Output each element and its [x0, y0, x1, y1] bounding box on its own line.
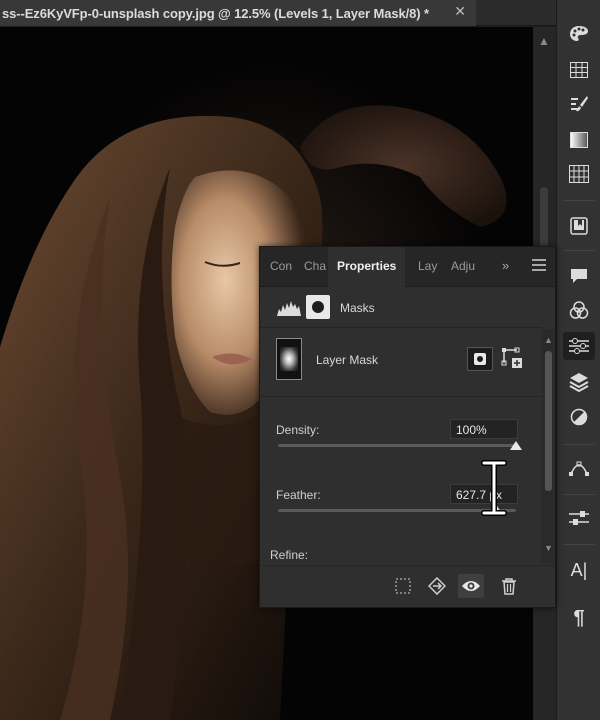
panel-footer: [260, 565, 555, 607]
feather-input[interactable]: 627.7 px: [450, 484, 518, 504]
color-palette-icon[interactable]: [563, 20, 595, 48]
tab-layers[interactable]: Lay: [418, 259, 440, 273]
adjustments-properties-icon[interactable]: [563, 332, 595, 360]
panel-tab-strip: Con Cha Properties Lay Adju »: [260, 247, 555, 288]
histogram-icon[interactable]: [276, 297, 302, 317]
panel-scroll-thumb[interactable]: [545, 351, 552, 491]
paragraph-glyph: ¶: [573, 606, 585, 629]
gradients-icon[interactable]: [563, 126, 595, 154]
visibility-eye-icon[interactable]: [458, 574, 484, 598]
toolbar-divider: [563, 544, 595, 545]
right-panel-toolbar: A| ¶: [556, 0, 600, 720]
toolbar-divider: [563, 444, 595, 445]
adjustments-circle-icon[interactable]: [563, 403, 595, 431]
toolbar-divider: [563, 494, 595, 495]
properties-panel: Con Cha Properties Lay Adju » Masks Laye…: [259, 246, 556, 608]
density-slider-track[interactable]: [278, 444, 516, 447]
add-vector-mask-icon[interactable]: [500, 346, 524, 370]
refine-label: Refine:: [270, 548, 309, 562]
tab-content-credentials[interactable]: Con: [270, 259, 296, 273]
mask-icon[interactable]: [306, 295, 330, 319]
masks-section-header: Masks: [260, 288, 542, 328]
tab-adjustments[interactable]: Adju: [451, 259, 477, 273]
paragraph-icon[interactable]: ¶: [563, 604, 595, 632]
masks-label: Masks: [340, 301, 375, 315]
comments-icon[interactable]: [563, 262, 595, 290]
panel-menu-icon[interactable]: [532, 259, 546, 271]
toolbar-divider: [563, 250, 595, 251]
document-tab[interactable]: ss--Ez6KyVFp-0-unsplash copy.jpg @ 12.5%…: [0, 0, 476, 26]
feather-slider-track[interactable]: [278, 509, 516, 512]
density-slider-thumb[interactable]: [510, 441, 522, 450]
feather-label: Feather:: [276, 488, 321, 502]
delete-mask-icon[interactable]: [496, 574, 522, 598]
paths-icon[interactable]: [563, 454, 595, 482]
toolbar-divider: [563, 200, 595, 201]
panel-scrollbar[interactable]: ▲ ▼: [542, 329, 555, 563]
adjustments-sliders-icon[interactable]: [563, 504, 595, 532]
load-selection-icon[interactable]: [390, 574, 416, 598]
tab-channels[interactable]: Cha: [304, 259, 328, 273]
character-glyph: A|: [570, 559, 588, 580]
scroll-down-icon[interactable]: ▼: [544, 543, 553, 553]
scroll-up-icon[interactable]: ▲: [538, 35, 550, 47]
channels-icon[interactable]: [563, 296, 595, 324]
document-tab-title: ss--Ez6KyVFp-0-unsplash copy.jpg @ 12.5%…: [2, 5, 429, 21]
density-label: Density:: [276, 423, 320, 437]
more-tabs-icon[interactable]: »: [502, 258, 509, 273]
scroll-up-icon[interactable]: ▲: [544, 335, 553, 345]
layer-mask-row: Layer Mask: [260, 329, 542, 397]
layer-mask-label: Layer Mask: [316, 353, 379, 367]
tab-properties[interactable]: Properties: [328, 247, 406, 288]
feather-slider-thumb[interactable]: [490, 506, 503, 515]
layer-mask-thumbnail: [276, 338, 302, 380]
libraries-icon[interactable]: [563, 212, 595, 240]
patterns-icon[interactable]: [563, 160, 595, 188]
document-tab-bar: ss--Ez6KyVFp-0-unsplash copy.jpg @ 12.5%…: [0, 0, 556, 26]
layers-icon[interactable]: [563, 368, 595, 396]
apply-mask-icon[interactable]: [424, 574, 450, 598]
swatches-grid-icon[interactable]: [563, 56, 595, 84]
character-icon[interactable]: A|: [563, 556, 595, 584]
close-icon[interactable]: ✕: [454, 3, 466, 20]
select-pixel-mask-button[interactable]: [467, 347, 493, 371]
density-input[interactable]: 100%: [450, 419, 518, 439]
brush-presets-icon[interactable]: [563, 90, 595, 118]
